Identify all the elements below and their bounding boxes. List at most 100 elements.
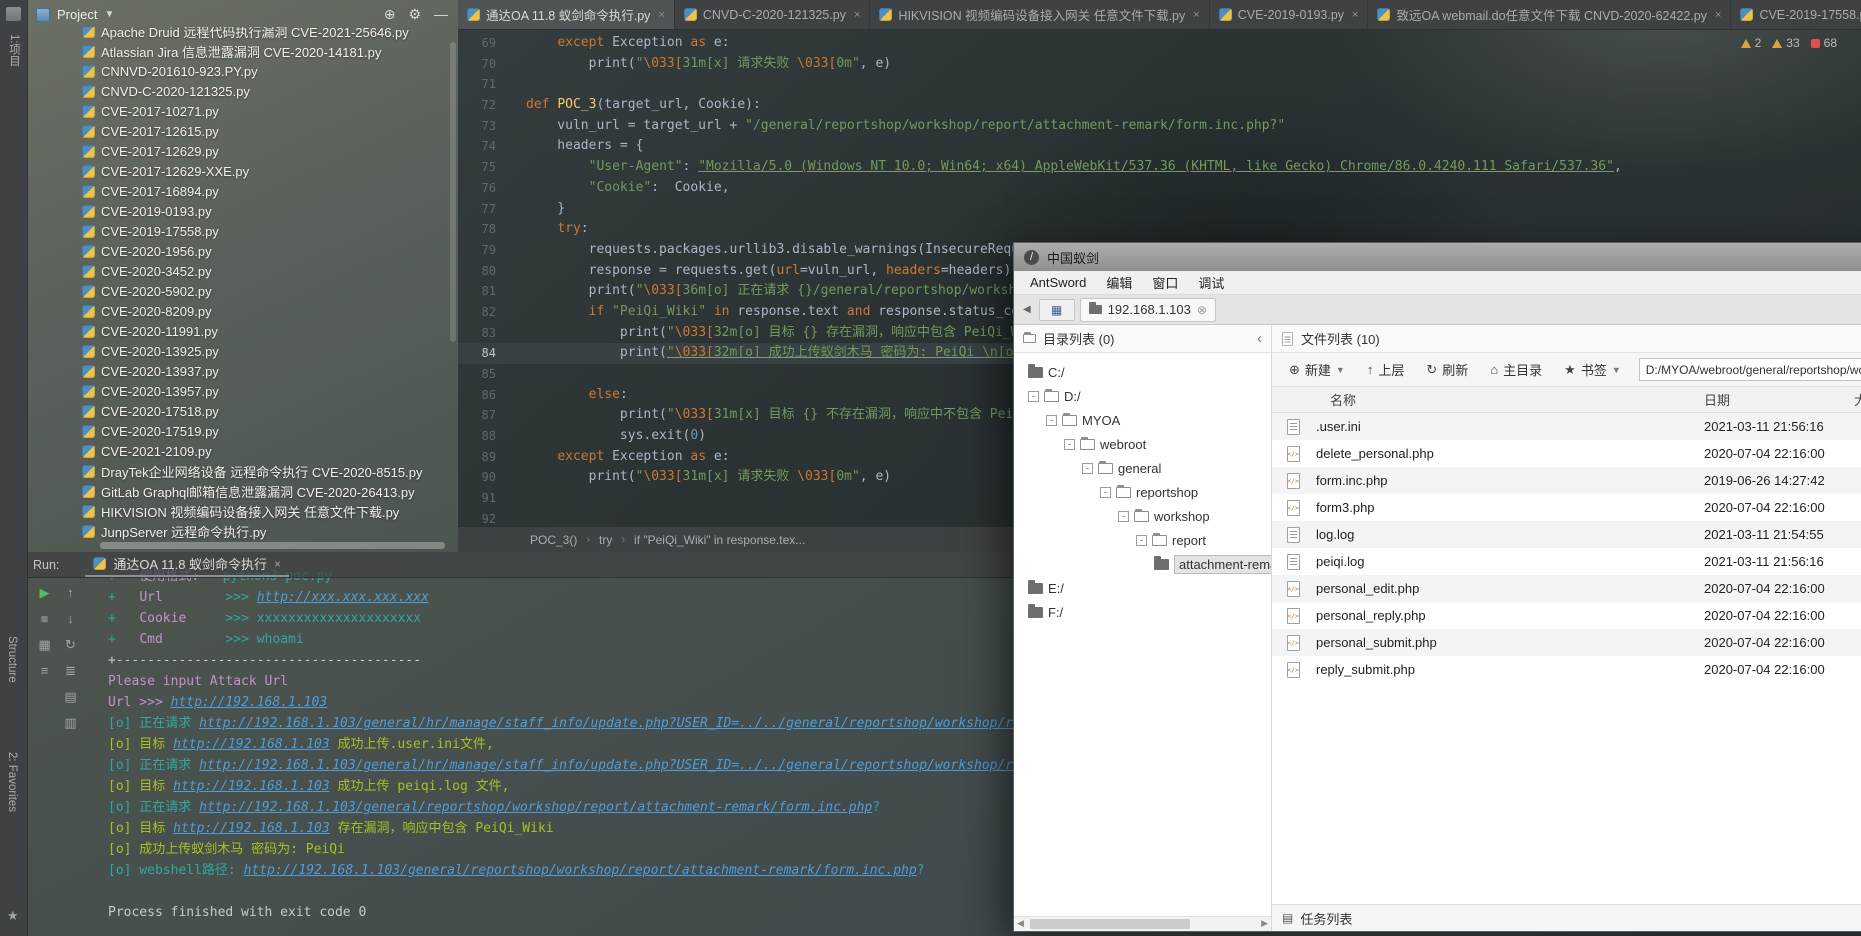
console-link[interactable]: http://xxx.xxx.xxx.xxx xyxy=(257,590,429,605)
toolbar-button[interactable]: ↑上层 xyxy=(1359,357,1413,382)
directory-tree-node[interactable]: E:/ xyxy=(1014,576,1271,600)
directory-tree-node[interactable]: C:/ xyxy=(1014,360,1271,384)
console-link[interactable]: http://192.168.1.103 xyxy=(171,695,328,710)
project-file-item[interactable]: JunpServer 远程命令执行.py xyxy=(28,521,450,540)
run-tab[interactable]: 通达OA 11.8 蚁剑命令执行 × xyxy=(85,552,289,577)
close-tab-icon[interactable]: × xyxy=(1352,9,1358,21)
project-file-item[interactable]: CVE-2019-17558.py xyxy=(28,221,450,241)
project-file-item[interactable]: CVE-2017-12629-XXE.py xyxy=(28,161,450,181)
collapse-expander-icon[interactable]: - xyxy=(1064,439,1075,450)
project-file-item[interactable]: CVE-2020-5902.py xyxy=(28,281,450,301)
project-file-item[interactable]: CVE-2020-3452.py xyxy=(28,261,450,281)
column-header-date[interactable]: 日期 xyxy=(1692,390,1842,409)
console-link[interactable]: http://192.168.1.103 xyxy=(173,821,330,836)
project-horizontal-scrollbar[interactable] xyxy=(100,542,445,549)
toolbar-button[interactable]: ⊕新建▼ xyxy=(1281,357,1353,382)
collapse-expander-icon[interactable]: - xyxy=(1046,415,1057,426)
editor-tab[interactable]: 致远OA webmail.do任意文件下载 CNVD-2020-62422.py… xyxy=(1368,0,1731,29)
rerun-icon[interactable]: ▶ xyxy=(36,584,53,601)
down-stack-icon[interactable]: ↓ xyxy=(62,610,79,627)
directory-tree-node[interactable]: -D:/ xyxy=(1014,384,1271,408)
breadcrumb-item[interactable]: if "PeiQi_Wiki" in response.tex... xyxy=(634,533,805,547)
editor-tab[interactable]: 通达OA 11.8 蚁剑命令执行.py× xyxy=(458,0,675,29)
project-file-item[interactable]: CVE-2020-13937.py xyxy=(28,361,450,381)
up-stack-icon[interactable]: ↑ xyxy=(62,584,79,601)
directory-tree-node[interactable]: -webroot xyxy=(1014,432,1271,456)
path-input[interactable]: D:/MYOA/webroot/general/reportshop/works… xyxy=(1639,358,1861,381)
console-link[interactable]: http://192.168.1.103 xyxy=(173,737,330,752)
settings-icon[interactable]: ⚙ xyxy=(408,6,421,23)
project-panel-header[interactable]: Project ▼ ⊕⚙— xyxy=(28,0,458,29)
close-icon[interactable]: × xyxy=(274,557,281,571)
pin-icon[interactable]: ≡ xyxy=(36,662,53,679)
menu-item[interactable]: 编辑 xyxy=(1096,273,1142,292)
menu-item[interactable]: 窗口 xyxy=(1142,273,1188,292)
collapse-expander-icon[interactable]: - xyxy=(1028,391,1039,402)
editor-tab[interactable]: CVE-2019-17558.py× xyxy=(1731,0,1861,29)
file-row[interactable]: personal_edit.php2020-07-04 22:16:00 xyxy=(1272,575,1861,602)
directory-tree-node[interactable]: F:/ xyxy=(1014,600,1271,624)
project-file-item[interactable]: CVE-2017-10271.py xyxy=(28,101,450,121)
toolbar-button[interactable]: ⌂主目录 xyxy=(1482,357,1550,382)
soft-wrap-icon[interactable]: ↻ xyxy=(62,636,79,653)
column-header-name[interactable]: 名称 xyxy=(1314,390,1692,409)
favorites-star-icon[interactable]: ★ xyxy=(7,908,19,924)
directory-tree-node[interactable]: -reportshop xyxy=(1014,480,1271,504)
file-row[interactable]: personal_submit.php2020-07-04 22:16:00 xyxy=(1272,629,1861,656)
tool-window-project-button[interactable]: 1:项目 xyxy=(6,34,22,67)
run-dashboard-icon[interactable]: ▦ xyxy=(36,636,53,653)
collapse-expander-icon[interactable]: - xyxy=(1118,511,1129,522)
collapse-expander-icon[interactable]: - xyxy=(1136,535,1147,546)
editor-tab[interactable]: CVE-2019-0193.py× xyxy=(1210,0,1369,29)
console-link[interactable]: http://192.168.1.103/general/hr/manage/s… xyxy=(199,758,1013,773)
file-row[interactable]: peiqi.log2021-03-11 21:56:16 xyxy=(1272,548,1861,575)
collapse-expander-icon[interactable]: - xyxy=(1082,463,1093,474)
tool-window-favorites-button[interactable]: 2: Favorites xyxy=(6,752,18,812)
project-file-item[interactable]: CVE-2017-16894.py xyxy=(28,181,450,201)
task-list-bar[interactable]: ▤ 任务列表 xyxy=(1272,904,1861,931)
stop-icon[interactable]: ■ xyxy=(36,610,53,627)
inspections-widget[interactable]: 23368 xyxy=(1741,36,1837,50)
file-row[interactable]: personal_reply.php2020-07-04 22:16:00 xyxy=(1272,602,1861,629)
collapse-panel-icon[interactable]: ‹ xyxy=(1257,330,1262,347)
close-tab-icon[interactable]: × xyxy=(658,9,664,21)
file-row[interactable]: form3.php2020-07-04 22:16:00 xyxy=(1272,494,1861,521)
print-icon[interactable]: ▤ xyxy=(62,688,79,705)
file-row[interactable]: log.log2021-03-11 21:54:55 xyxy=(1272,521,1861,548)
project-vertical-scrollbar[interactable] xyxy=(450,42,456,342)
close-tab-icon[interactable]: × xyxy=(1715,9,1721,21)
console-link[interactable]: http://192.168.1.103/general/hr/manage/s… xyxy=(199,716,1013,731)
console-link[interactable]: http://192.168.1.103 xyxy=(173,779,330,794)
project-file-item[interactable]: CVE-2020-13957.py xyxy=(28,381,450,401)
clear-icon[interactable]: ▥ xyxy=(62,714,79,731)
directory-tree-node[interactable]: -general xyxy=(1014,456,1271,480)
shell-tab[interactable]: 192.168.1.103 ⊗ xyxy=(1080,298,1216,322)
project-file-item[interactable]: CVE-2021-2109.py xyxy=(28,441,450,461)
file-row[interactable]: delete_personal.php2020-07-04 22:16:00 xyxy=(1272,440,1861,467)
connections-grid-icon[interactable]: ▦ xyxy=(1039,299,1075,321)
toolbar-button[interactable]: ↻刷新 xyxy=(1418,357,1476,382)
project-file-item[interactable]: CVE-2020-11991.py xyxy=(28,321,450,341)
project-file-item[interactable]: CNNVD-201610-923.PY.py xyxy=(28,61,450,81)
close-tab-icon[interactable]: × xyxy=(854,9,860,21)
hide-icon[interactable]: — xyxy=(434,6,448,23)
directory-tree-node[interactable]: -workshop xyxy=(1014,504,1271,528)
app-menu-icon[interactable] xyxy=(6,7,21,21)
scroll-left-icon[interactable]: ◀ xyxy=(1017,918,1024,929)
project-file-item[interactable]: CVE-2019-0193.py xyxy=(28,201,450,221)
warning-count[interactable]: 33 xyxy=(1772,36,1799,50)
directory-tree-node[interactable]: -report xyxy=(1014,528,1271,552)
close-tab-icon[interactable]: × xyxy=(1193,9,1199,21)
file-row[interactable]: reply_submit.php2020-07-04 22:16:00 xyxy=(1272,656,1861,683)
scroll-right-icon[interactable]: ▶ xyxy=(1261,918,1268,929)
toolbar-button[interactable]: ★书签▼ xyxy=(1556,357,1629,382)
antsword-title-bar[interactable]: / 中国蚁剑 xyxy=(1014,243,1861,271)
editor-tab[interactable]: HIKVISION 视频编码设备接入网关 任意文件下载.py× xyxy=(870,0,1209,29)
project-file-item[interactable]: CVE-2020-17519.py xyxy=(28,421,450,441)
editor-tab[interactable]: CNVD-C-2020-121325.py× xyxy=(675,0,871,29)
tool-window-structure-button[interactable]: Structure xyxy=(6,636,18,683)
scroll-to-end-icon[interactable]: ≣ xyxy=(62,662,79,679)
breadcrumb-item[interactable]: POC_3() xyxy=(530,533,577,547)
project-file-item[interactable]: Atlassian Jira 信息泄露漏洞 CVE-2020-14181.py xyxy=(28,41,450,61)
chevron-down-icon[interactable]: ▼ xyxy=(104,9,114,20)
